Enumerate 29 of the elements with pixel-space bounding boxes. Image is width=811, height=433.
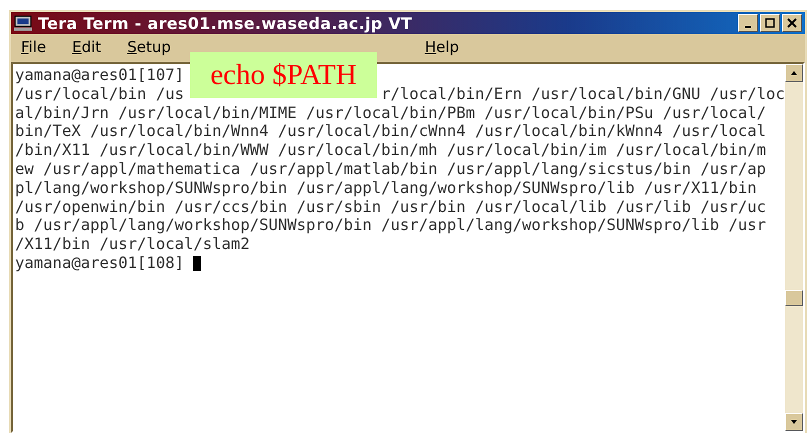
scroll-down-icon[interactable] bbox=[785, 413, 803, 431]
terminal-line: /usr/openwin/bin /usr/ccs/bin /usr/sbin /usr/bin /usr/local/lib /usr/lib /usr/uc bbox=[15, 198, 766, 216]
terminal-line: bin/TeX /usr/local/bin/Wnn4 /usr/local/bin/cWnn4 /usr/local/bin/kWnn4 /usr/local bbox=[15, 122, 766, 142]
close-icon bbox=[787, 18, 797, 28]
close-button[interactable] bbox=[782, 14, 802, 32]
terminal-line: /usr/local/bin /us bbox=[15, 84, 184, 104]
terminal-line: b /usr/appl/lang/workshop/SUNWspro/bin /usr/appl/lang/workshop/SUNWspro/lib /usr bbox=[15, 216, 766, 236]
scroll-up-icon[interactable] bbox=[785, 64, 803, 82]
terminal-line: r/local/bin/Ern /usr/local/bin/GNU /usr/loc bbox=[381, 84, 785, 104]
terminal-line: /bin/X11 /usr/local/bin/WWW /usr/local/bin/mh /usr/local/bin/im /usr/local/bin/m bbox=[15, 141, 766, 160]
maximize-icon bbox=[765, 18, 775, 28]
terminal-line: /X11/bin /usr/local/slam2 bbox=[15, 235, 250, 254]
menu-item[interactable]: Setup bbox=[127, 38, 171, 56]
terminal-icon bbox=[14, 15, 32, 31]
terminal-line: ew /usr/appl/mathematica /usr/appl/matlab/bin /usr/appl/lang/sicstus/bin /usr/ap bbox=[15, 160, 766, 179]
menu-item[interactable]: Edit bbox=[72, 38, 102, 56]
maximize-button[interactable] bbox=[760, 14, 780, 32]
terminal-line: al/bin/Jrn /usr/local/bin/MIME /usr/local/bin/PBm /usr/local/bin/PSu /usr/local/ bbox=[15, 104, 766, 122]
terminal-line: pl/lang/workshop/SUNWspro/bin /usr/appl/lang/workshop/SUNWspro/lib /usr/X11/bin bbox=[15, 178, 757, 198]
menu-item[interactable]: Help bbox=[424, 38, 460, 56]
minimize-icon bbox=[745, 26, 751, 28]
terminal-line: yamana@ares01[107] bbox=[15, 66, 184, 85]
terminal-line: yamana@ares01[108] bbox=[15, 254, 184, 273]
scrollbar[interactable] bbox=[785, 64, 803, 431]
window-title: Tera Term - ares01.mse.waseda.ac.jp VT bbox=[38, 14, 414, 32]
caption-label: echo $PATH bbox=[190, 52, 377, 98]
menu-item[interactable]: File bbox=[21, 38, 46, 56]
minimize-button[interactable] bbox=[738, 14, 758, 32]
scrollbar-thumb[interactable] bbox=[785, 290, 803, 306]
